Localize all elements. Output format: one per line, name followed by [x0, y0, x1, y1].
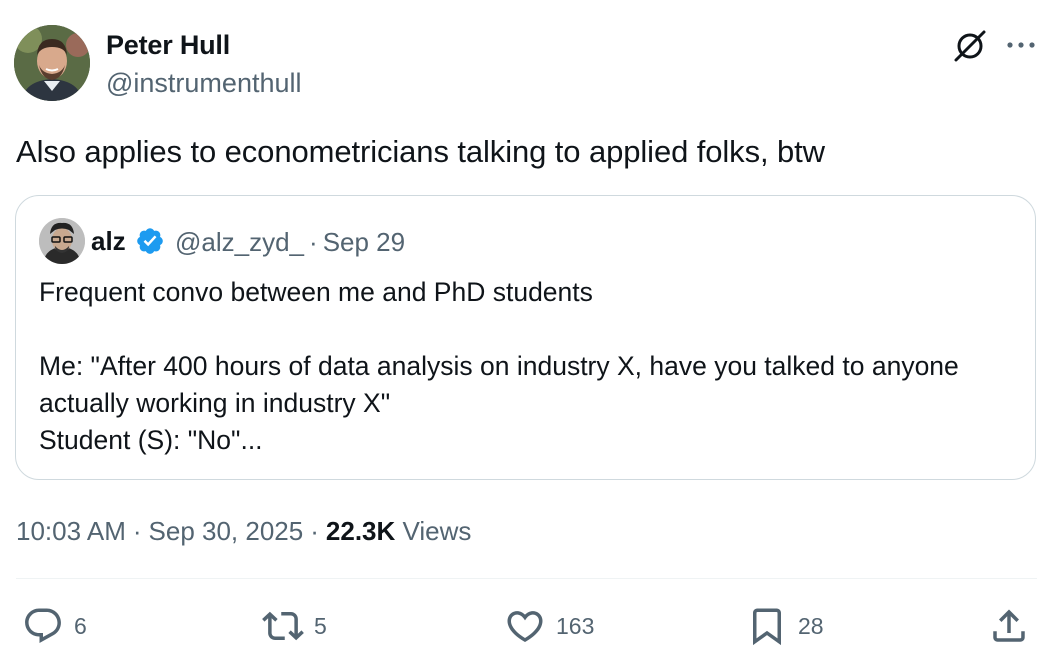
views-label: Views [402, 516, 472, 546]
author-handle[interactable]: @instrumenthull [106, 68, 302, 99]
quoted-line: Me: "After 400 hours of data analysis on… [39, 351, 959, 381]
tweet-time[interactable]: 10:03 AM [16, 516, 126, 546]
tweet-date[interactable]: Sep 30, 2025 [149, 516, 304, 546]
verified-badge-icon [135, 226, 165, 256]
quoted-tweet-text: Frequent convo between me and PhD studen… [39, 274, 1019, 459]
meta-separator: · [310, 516, 319, 546]
reply-count: 6 [74, 612, 87, 639]
quoted-line: actually working in industry X" [39, 388, 391, 418]
author-avatar[interactable] [14, 25, 90, 101]
bookmark-icon [753, 608, 781, 646]
quoted-date[interactable]: Sep 29 [323, 227, 405, 257]
tweet-text: Also applies to econometricians talking … [16, 134, 825, 169]
quoted-author-handle[interactable]: @alz_zyd_ [175, 227, 304, 257]
views-count: 22.3K [325, 516, 396, 546]
author-name[interactable]: Peter Hull [106, 30, 230, 61]
share-icon [993, 609, 1025, 642]
repost-button[interactable]: 5 [262, 604, 327, 648]
quoted-author-name[interactable]: alz [91, 226, 126, 257]
tweet-meta: 10:03 AM · Sep 30, 2025 · 22.3K Views [16, 516, 471, 547]
more-icon[interactable] [1003, 30, 1039, 60]
like-count: 163 [556, 612, 595, 639]
reply-button[interactable]: 6 [22, 604, 87, 648]
divider [16, 578, 1037, 579]
grok-icon[interactable] [952, 28, 988, 64]
quoted-line-gap [39, 311, 1019, 348]
share-button[interactable] [988, 604, 1030, 648]
reply-icon [25, 608, 61, 643]
quoted-tweet-card[interactable]: alz @alz_zyd_ · Sep 29 Frequent convo betw… [15, 195, 1036, 480]
bookmark-count: 28 [798, 612, 824, 639]
quoted-meta: @alz_zyd_ · Sep 29 [175, 227, 405, 258]
bookmark-button[interactable]: 28 [746, 604, 824, 648]
quoted-line: Frequent convo between me and PhD studen… [39, 277, 593, 307]
repost-icon [262, 611, 304, 641]
meta-separator: · [132, 516, 142, 546]
like-button[interactable]: 163 [504, 604, 594, 648]
like-icon [507, 611, 543, 643]
quoted-author-avatar[interactable] [39, 218, 85, 264]
quoted-separator: · [309, 227, 318, 257]
repost-count: 5 [314, 612, 327, 639]
quoted-line: Student (S): "No"... [39, 425, 263, 455]
